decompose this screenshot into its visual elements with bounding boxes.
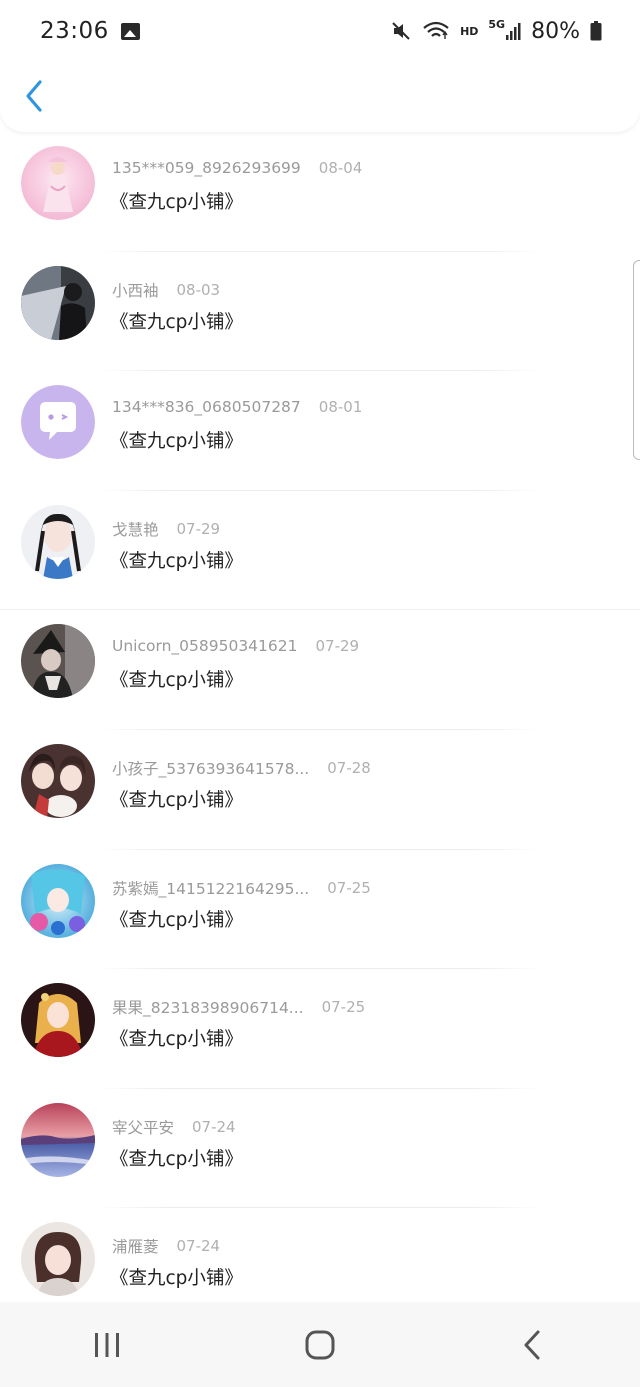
list-item[interactable]: 戈慧艳 07-29 《查九cp小铺》 [0,491,640,611]
name-line: 浦雁菱 07-24 [112,1235,220,1257]
date: 07-28 [327,758,371,777]
home-icon [305,1330,335,1359]
5g-signal-icon: 5G [488,17,521,41]
mute-icon [390,20,412,42]
avatar[interactable] [21,624,95,699]
status-time: 23:06 [40,18,109,44]
list-item[interactable]: 小孩子_5376393641578... 07-28 《查九cp小铺》 [0,730,640,850]
system-back-button[interactable] [493,1315,573,1375]
avatar[interactable] [21,385,95,460]
back-icon [524,1330,540,1359]
status-bar: 23:06 HD 5G 80% [0,0,640,62]
content-text[interactable]: 《查九cp小铺》 [110,906,243,932]
name-line: 134***836_0680507287 08-01 [112,398,362,416]
avatar[interactable] [21,504,95,579]
wifi-icon [422,20,450,42]
name-line: Unicorn_058950341621 07-29 [112,637,359,655]
date: 07-25 [321,998,366,1017]
screen: 23:06 HD 5G 80% 135***059_8926293699 08-… [0,0,640,1387]
avatar[interactable] [21,1102,95,1177]
avatar[interactable] [21,983,95,1058]
name-line: 小西袖 08-03 [112,279,220,301]
name-line: 戈慧艳 07-29 [112,518,220,540]
user-name[interactable]: 宰父平安 [112,1116,174,1138]
content-text[interactable]: 《查九cp小铺》 [110,1025,243,1051]
status-icons: HD 5G 80% [390,17,602,44]
user-name[interactable]: 浦雁菱 [112,1235,159,1257]
list-item[interactable]: 小西袖 08-03 《查九cp小铺》 [0,252,640,372]
date: 07-24 [192,1117,236,1136]
content-text[interactable]: 《查九cp小铺》 [110,427,243,453]
user-name[interactable]: 戈慧艳 [112,518,159,540]
date: 08-03 [176,280,221,299]
content-text[interactable]: 《查九cp小铺》 [110,666,243,692]
list-item[interactable]: 苏紫嫣_1415122164295... 07-25 《查九cp小铺》 [0,850,640,970]
network-label: 5G [488,17,506,31]
name-line: 苏紫嫣_1415122164295... 07-25 [112,877,371,899]
header [0,62,640,132]
content-text[interactable]: 《查九cp小铺》 [110,308,243,334]
list-item[interactable]: 宰父平安 07-24 《查九cp小铺》 [0,1089,640,1209]
avatar[interactable] [21,146,95,220]
content-text[interactable]: 《查九cp小铺》 [110,1145,243,1171]
name-line: 果果_82318398906714... 07-25 [112,996,365,1018]
user-name[interactable]: 135***059_8926293699 [112,159,301,177]
recent-apps-button[interactable] [67,1315,147,1375]
user-name[interactable]: 小西袖 [112,279,159,301]
content-text[interactable]: 《查九cp小铺》 [110,188,243,214]
name-line: 小孩子_5376393641578... 07-28 [112,757,371,779]
name-line: 宰父平安 07-24 [112,1116,236,1138]
avatar[interactable] [21,1222,95,1297]
navigation-bar [0,1302,640,1387]
avatar[interactable] [21,265,95,340]
comment-list: 135***059_8926293699 08-04 《查九cp小铺》 小西袖 … [0,132,640,1328]
content-text[interactable]: 《查九cp小铺》 [110,786,243,812]
gallery-icon [120,22,140,40]
recent-apps-icon [94,1332,119,1357]
user-name[interactable]: 134***836_0680507287 [112,398,301,416]
name-line: 135***059_8926293699 08-04 [112,159,362,177]
list-item[interactable]: 果果_82318398906714... 07-25 《查九cp小铺》 [0,969,640,1089]
user-name[interactable]: 苏紫嫣_1415122164295... [112,877,309,899]
battery-level: 80% [531,18,580,44]
back-button[interactable] [22,76,50,116]
avatar[interactable] [21,743,95,818]
date: 08-01 [318,398,363,417]
list-item[interactable]: Unicorn_058950341621 07-29 《查九cp小铺》 [0,610,640,730]
hd-icon: HD [460,24,479,38]
list-item[interactable]: 134***836_0680507287 08-01 《查九cp小铺》 [0,371,640,491]
date: 07-29 [176,519,221,538]
content-text[interactable]: 《查九cp小铺》 [110,547,243,573]
user-name[interactable]: Unicorn_058950341621 [112,637,298,655]
content-text[interactable]: 《查九cp小铺》 [110,1264,243,1290]
chevron-left-icon [26,80,42,112]
user-name[interactable]: 果果_82318398906714... [112,996,304,1018]
user-name[interactable]: 小孩子_5376393641578... [112,757,309,779]
date: 08-04 [318,159,363,177]
date: 07-29 [315,637,360,656]
date: 07-25 [327,878,371,897]
scroll-indicator[interactable] [633,260,640,460]
battery-icon [590,21,602,41]
home-button[interactable] [280,1315,360,1375]
list-item[interactable]: 135***059_8926293699 08-04 《查九cp小铺》 [0,132,640,252]
avatar[interactable] [21,863,95,938]
date: 07-24 [176,1237,221,1256]
